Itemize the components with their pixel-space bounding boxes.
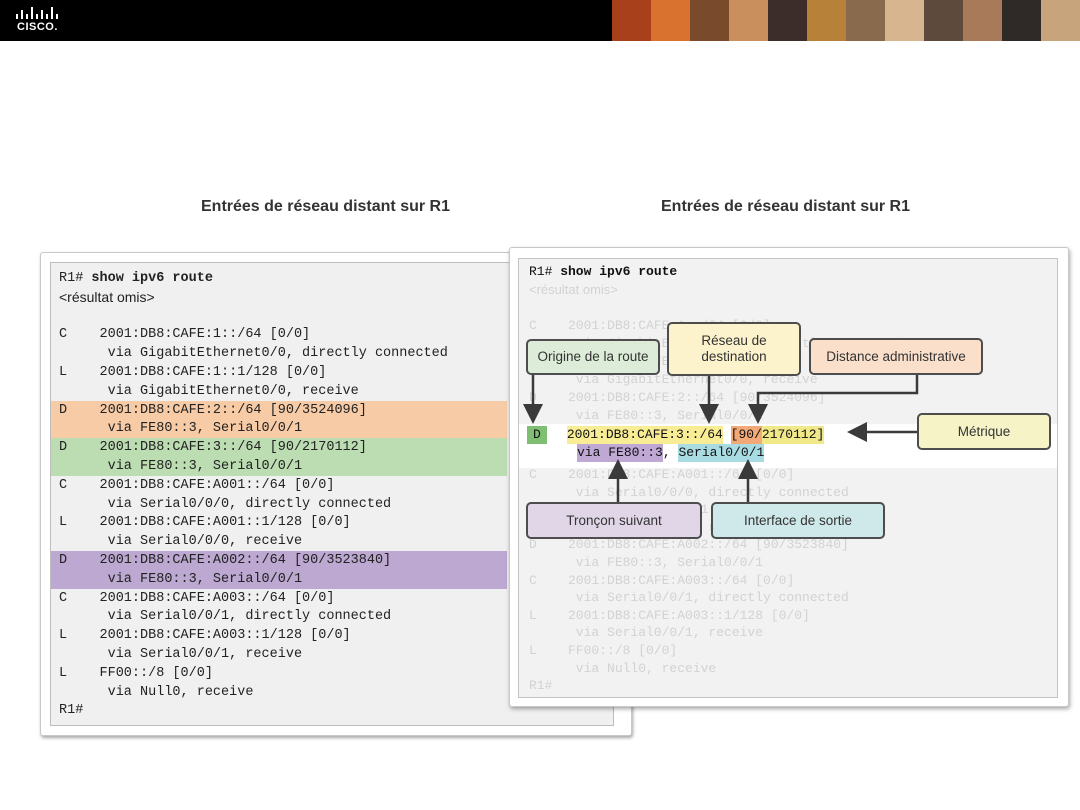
route-next-hop: FE80::3 <box>608 445 663 460</box>
cisco-bars-icon <box>16 7 58 19</box>
photo-tile <box>690 0 729 41</box>
right-cli-panel: R1# show ipv6 route <résultat omis> D 200… <box>509 247 1069 707</box>
route-metric-wrap: 2170112] <box>761 426 825 444</box>
right-panel-title: Entrées de réseau distant sur R1 <box>661 198 910 215</box>
cli-line: D 2001:DB8:CAFE:2::/64 [90/3524096] <box>51 400 507 420</box>
callout-administrative-distance: Distance administrative <box>809 338 983 375</box>
route-via: via <box>577 445 601 460</box>
focused-via-line: via FE80::3, Serial0/0/1 <box>577 444 765 462</box>
cli-prompt: R1# <box>59 271 84 286</box>
faded-cli-line: via Serial0/0/1, receive <box>529 625 764 641</box>
cli-line: via FE80::3, Serial0/0/1 <box>51 419 507 439</box>
faded-cli-line: D 2001:DB8:CAFE:2::/64 [90/3524096] <box>529 390 826 405</box>
header-bar: CISCO. <box>0 0 1080 41</box>
cli-line: via FE80::3, Serial0/0/1 <box>51 569 507 589</box>
right-prompt-line: R1# show ipv6 route <box>529 263 677 281</box>
photo-tile <box>1002 0 1041 41</box>
faded-cli-line: via FE80::3, Serial0/0/1 <box>529 408 764 423</box>
cli-line: D 2001:DB8:CAFE:3::/64 [90/2170112] <box>51 438 507 458</box>
route-next-hop-wrap: via FE80::3 <box>577 444 663 462</box>
route-comma: , <box>662 445 671 460</box>
focused-route-line: D 2001:DB8:CAFE:3::/64 [90/2170112] <box>527 426 825 444</box>
faded-cli-line: L 2001:DB8:CAFE:A003::1/128 [0/0] <box>529 607 810 623</box>
callout-exit-interface: Interface de sortie <box>711 502 885 539</box>
photo-tile <box>807 0 846 41</box>
faded-cli-line: via Null0, receive <box>529 660 717 676</box>
faded-cli-line: D 2001:DB8:CAFE:A002::/64 [90/3523840] <box>529 537 849 553</box>
route-bracket-close: ] <box>816 427 825 442</box>
cli-line: C 2001:DB8:CAFE:A003::/64 [0/0] <box>59 590 335 606</box>
route-metric: 2170112 <box>761 427 817 442</box>
faded-cli-line: via Serial0/0/1, directly connected <box>529 590 849 606</box>
cli-line: via Serial0/0/1, directly connected <box>59 609 392 625</box>
photo-tile <box>846 0 885 41</box>
photo-tile <box>729 0 768 41</box>
cli-line: via GigabitEthernet0/0, directly connect… <box>59 346 448 362</box>
faded-cli-line: C 2001:DB8:CAFE:A003::/64 [0/0] <box>529 572 795 588</box>
route-code: D <box>527 426 547 444</box>
photo-tile <box>612 0 651 41</box>
cli-line: R1# <box>59 703 84 719</box>
faded-cli-line: via FE80::3, Serial0/0/1 <box>529 555 764 570</box>
people-photo-banner <box>612 0 1080 41</box>
route-slash: / <box>754 427 762 442</box>
callout-next-hop: Tronçon suivant <box>526 502 702 539</box>
cli-line <box>51 307 59 326</box>
route-ad-wrap: [90/ <box>730 426 762 444</box>
photo-tile <box>768 0 807 41</box>
cli-line: L 2001:DB8:CAFE:A001::1/128 [0/0] <box>59 515 351 531</box>
cli-line: via Serial0/0/0, receive <box>59 534 303 550</box>
faded-cli-line: C 2001:DB8:CAFE:A001::/64 [0/0] <box>529 467 795 482</box>
right-prompt: R1# <box>529 264 553 279</box>
photo-tile <box>1041 0 1080 41</box>
cli-line: L 2001:DB8:CAFE:1::1/128 [0/0] <box>59 365 327 380</box>
route-admin-distance: 90 <box>738 427 755 442</box>
cli-line: via FE80::3, Serial0/0/1 <box>51 457 507 476</box>
cli-line: via Serial0/0/1, receive <box>59 647 303 662</box>
route-network: 2001:DB8:CAFE:3::/64 <box>566 426 723 444</box>
cli-line: <résultat omis> <box>59 288 155 305</box>
left-panel-title: Entrées de réseau distant sur R1 <box>201 198 450 215</box>
cli-line: R1# show ipv6 route <box>51 269 213 288</box>
cli-line: via Serial0/0/0, directly connected <box>59 496 392 512</box>
right-omitted-text: <résultat omis> <box>529 282 618 297</box>
right-command: show ipv6 route <box>552 264 678 279</box>
photo-tile <box>924 0 963 41</box>
cli-line: L FF00::/8 [0/0] <box>59 665 213 681</box>
callout-metric: Métrique <box>917 413 1051 450</box>
faded-cli-line: L FF00::/8 [0/0] <box>529 643 678 658</box>
cli-line: C 2001:DB8:CAFE:A001::/64 [0/0] <box>59 477 335 493</box>
cli-line: via GigabitEthernet0/0, receive <box>59 383 359 399</box>
photo-tile <box>651 0 690 41</box>
cli-line: via Null0, receive <box>59 684 254 700</box>
faded-cli-line: R1# <box>529 678 553 694</box>
photo-tile <box>963 0 1002 41</box>
cli-line: C 2001:DB8:CAFE:1::/64 [0/0] <box>59 327 311 343</box>
cli-command: show ipv6 route <box>83 271 213 286</box>
route-exit-interface: Serial0/0/1 <box>678 444 765 462</box>
cisco-logo: CISCO. <box>15 6 63 34</box>
cli-line: D 2001:DB8:CAFE:A002::/64 [90/3523840] <box>51 551 507 570</box>
faded-cli-line: via Serial0/0/0, directly connected <box>529 484 849 500</box>
callout-destination-network: Réseau de destination <box>667 322 801 376</box>
cisco-wordmark: CISCO. <box>17 21 58 33</box>
photo-tile <box>885 0 924 41</box>
callout-route-origin: Origine de la route <box>526 339 660 375</box>
cli-line: L 2001:DB8:CAFE:A003::1/128 [0/0] <box>59 628 351 644</box>
